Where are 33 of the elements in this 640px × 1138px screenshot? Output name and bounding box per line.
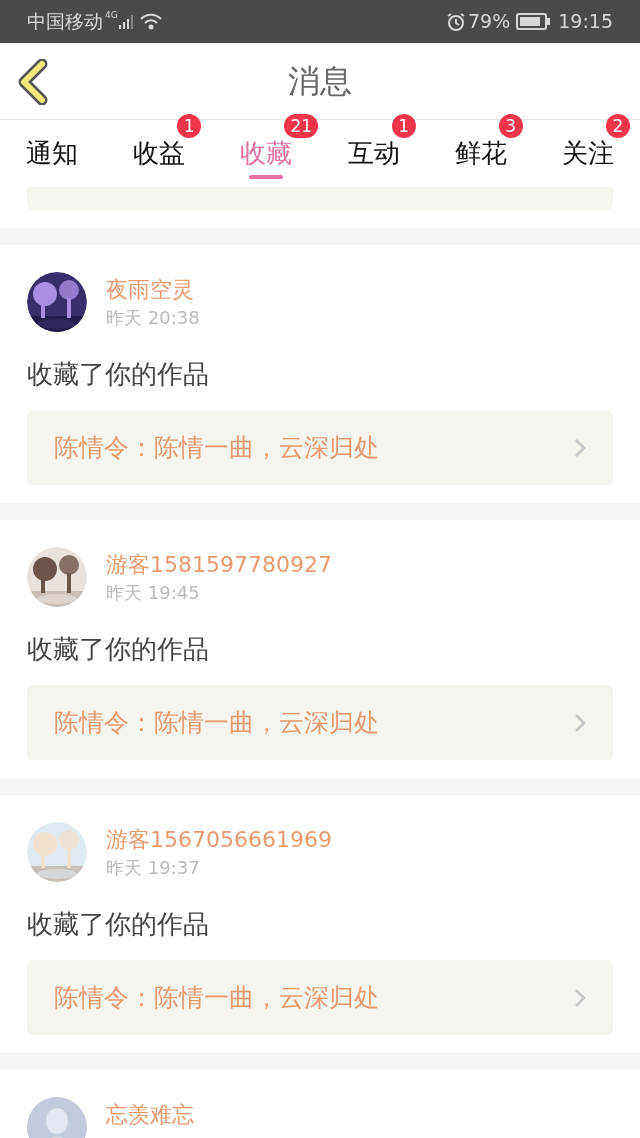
tab[interactable]: 通知 — [26, 120, 78, 187]
clock-time: 19:15 — [558, 9, 613, 35]
user-name[interactable]: 夜雨空灵 — [106, 274, 200, 306]
user-name[interactable]: 游客1581597780927 — [106, 549, 332, 581]
battery-percent: 79% — [468, 9, 511, 35]
work-link[interactable]: 陈情令：陈情一曲，云深归处 — [27, 960, 613, 1035]
work-link[interactable]: 陈情令：陈情一曲，云深归处 — [27, 685, 613, 760]
user-name[interactable]: 忘羡难忘 — [106, 1099, 194, 1131]
carrier-name: 中国移动 — [27, 9, 103, 35]
message-time: 昨天 19:45 — [106, 581, 201, 605]
alarm-icon — [446, 11, 466, 32]
count-badge: 1 — [177, 114, 202, 138]
wifi-icon — [139, 12, 162, 31]
count-badge: 3 — [498, 114, 523, 138]
network-type: 4G — [105, 9, 118, 22]
chevron-icon — [574, 987, 586, 1008]
page-title: 消息 — [288, 61, 352, 102]
chevron-icon — [574, 437, 586, 458]
user-name[interactable]: 游客1567056661969 — [106, 824, 332, 856]
message-text: 收藏了你的作品 — [27, 908, 210, 941]
work-link[interactable]: 陈情令：陈情一曲，云深归处 — [27, 410, 613, 485]
count-badge: 1 — [391, 114, 416, 138]
signal-icon — [117, 13, 134, 30]
back-button[interactable] — [16, 59, 50, 105]
chevron-icon — [574, 712, 586, 733]
count-badge: 2 — [605, 114, 630, 138]
tab-underline — [249, 175, 284, 179]
message-time: 昨天 20:38 — [106, 306, 200, 330]
message-time: 昨天 19:37 — [106, 856, 201, 880]
battery-icon — [516, 13, 551, 30]
count-badge: 21 — [284, 114, 318, 138]
message-text: 收藏了你的作品 — [27, 358, 210, 391]
message-text: 收藏了你的作品 — [27, 633, 210, 666]
